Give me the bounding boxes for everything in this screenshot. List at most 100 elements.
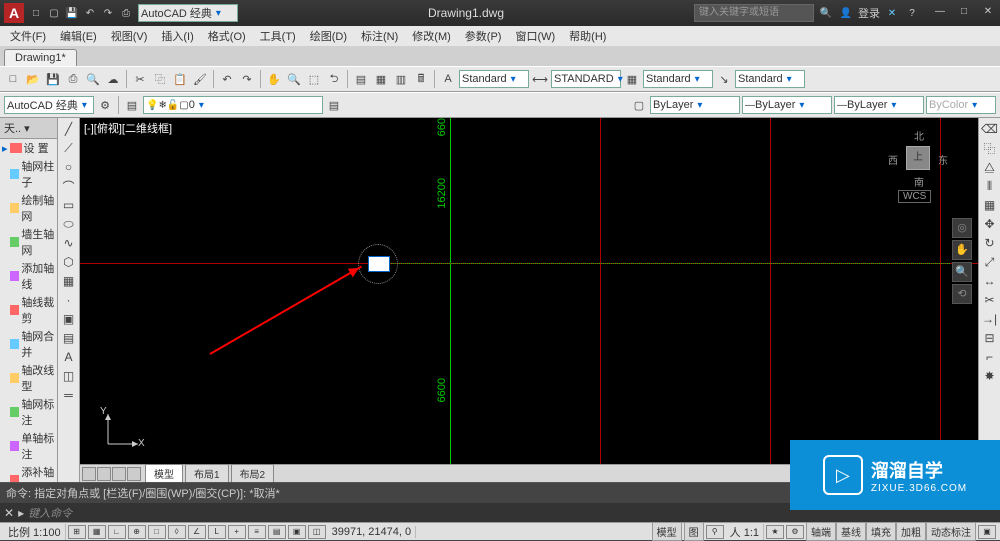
status-mode-button[interactable]: 轴端 [806,522,836,541]
panel-item[interactable]: 添补轴号 [0,463,57,482]
panel-item[interactable]: 单轴标注 [0,429,57,463]
layer-states-icon[interactable]: ▤ [325,96,343,114]
new-file-icon[interactable]: □ [4,70,22,88]
explode-icon[interactable]: ✸ [981,367,999,385]
open-icon[interactable]: ▢ [46,5,62,21]
annoscale-toggle[interactable]: ⚲ [706,525,724,539]
copy-icon[interactable]: ⿻ [151,70,169,88]
fillet-icon[interactable]: ⌐ [981,348,999,366]
plotstyle-combo[interactable]: ByColor [926,96,996,114]
osnap-toggle[interactable]: □ [148,525,166,539]
command-input[interactable]: 键入命令 [28,505,72,521]
line-icon[interactable]: ╱ [60,120,78,138]
exchange-icon[interactable]: ✕ [884,5,900,21]
panel-item[interactable]: 轴网标注 [0,395,57,429]
viewcube-west[interactable]: 西 [888,152,898,167]
polar-toggle[interactable]: ⊕ [128,525,146,539]
linetype-combo[interactable]: — ByLayer [742,96,832,114]
menu-item[interactable]: 修改(M) [406,26,457,46]
copy2-icon[interactable]: ⿻ [981,139,999,157]
nav-pan-icon[interactable]: ✋ [952,240,972,260]
extend-icon[interactable]: →| [981,310,999,328]
mirror-icon[interactable]: ⧋ [981,158,999,176]
doc-tab-active[interactable]: Drawing1* [4,49,77,66]
panel-item[interactable]: 墙生轴网 [0,225,57,259]
annotation-scale[interactable]: 人 1:1 [726,524,764,540]
maximize-button[interactable]: □ [956,6,972,20]
hatch-icon[interactable]: ▦ [60,272,78,290]
arc-icon[interactable]: ⌒ [60,177,78,195]
spline-icon[interactable]: ∿ [60,234,78,252]
status-mode-button[interactable]: 基线 [836,522,866,541]
ellipse-icon[interactable]: ⬭ [60,215,78,233]
rect-icon[interactable]: ▭ [60,196,78,214]
open-file-icon[interactable]: 📂 [24,70,42,88]
status-mode-button[interactable]: 加粗 [896,522,926,541]
model-tab[interactable]: 模型 [145,464,183,482]
textstyle-icon[interactable]: A [439,70,457,88]
move-icon[interactable]: ✥ [981,215,999,233]
paste-icon[interactable]: 📋 [171,70,189,88]
panel-item[interactable]: 轴网柱子 [0,157,57,191]
panel-item[interactable]: 轴网合并 [0,327,57,361]
zoom-icon[interactable]: 🔍 [285,70,303,88]
publish-icon[interactable]: ☁ [104,70,122,88]
layer-combo[interactable]: 💡❄🔓▢ 0 [143,96,323,114]
workspace-combo[interactable]: AutoCAD 经典 [138,4,238,22]
menu-item[interactable]: 绘图(D) [304,26,353,46]
nav-zoom-icon[interactable]: 🔍 [952,262,972,282]
viewcube-wcs[interactable]: WCS [898,190,931,203]
mleaderstyle-icon[interactable]: ↘ [715,70,733,88]
array-icon[interactable]: ▦ [981,196,999,214]
menu-item[interactable]: 视图(V) [105,26,154,46]
panel-item[interactable]: 添加轴线 [0,259,57,293]
tpy-toggle[interactable]: ▤ [268,525,286,539]
calc-icon[interactable]: 🖩 [412,70,430,88]
ucs-icon[interactable]: X Y [100,412,140,452]
otrack-toggle[interactable]: ∠ [188,525,206,539]
menu-item[interactable]: 参数(P) [459,26,508,46]
layer-manager-icon[interactable]: ▤ [123,96,141,114]
tool-palette-icon[interactable]: ▥ [392,70,410,88]
lineweight-combo[interactable]: — ByLayer [834,96,924,114]
search-input[interactable]: 键入关键字或短语 [694,4,814,22]
ws-toggle[interactable]: ⚙ [786,525,804,539]
menu-item[interactable]: 帮助(H) [563,26,612,46]
print-icon[interactable]: ⎙ [118,5,134,21]
user-icon[interactable]: 👤 [838,5,854,21]
minimize-button[interactable]: — [932,6,948,20]
rotate-icon[interactable]: ↻ [981,234,999,252]
pline-icon[interactable]: ⟋ [60,139,78,157]
viewcube-east[interactable]: 东 [938,152,948,167]
point-icon[interactable]: · [60,291,78,309]
properties-icon[interactable]: ▤ [352,70,370,88]
panel-item[interactable]: 绘制轴网 [0,191,57,225]
panel-item[interactable]: 轴线裁剪 [0,293,57,327]
panel-title[interactable]: 天.. ▾ [0,118,57,139]
login-label[interactable]: 登录 [858,5,880,21]
snap-toggle[interactable]: ⊞ [68,525,86,539]
redo-icon[interactable]: ↷ [238,70,256,88]
panel-item[interactable]: ▸ 设 置 [0,139,57,157]
table-icon[interactable]: ▤ [60,329,78,347]
dynamic-input-box[interactable] [368,256,390,272]
polygon-icon[interactable]: ⬡ [60,253,78,271]
model-space-button[interactable]: 模型 [652,522,682,541]
save-file-icon[interactable]: 💾 [44,70,62,88]
redo-icon[interactable]: ↷ [100,5,116,21]
layout2-tab[interactable]: 布局2 [231,464,275,482]
zoom-prev-icon[interactable]: ⮌ [325,70,343,88]
panel-item[interactable]: 轴改线型 [0,361,57,395]
sc-toggle[interactable]: ◫ [308,525,326,539]
menu-item[interactable]: 编辑(E) [54,26,103,46]
qp-toggle[interactable]: ▣ [288,525,306,539]
viewcube-south[interactable]: 南 [914,174,924,189]
erase-icon[interactable]: ⌫ [981,120,999,138]
tablestyle-icon[interactable]: ▦ [623,70,641,88]
table-style-combo[interactable]: Standard [643,70,713,88]
scale-icon[interactable]: ⤢ [981,253,999,271]
dyn-toggle[interactable]: + [228,525,246,539]
menu-item[interactable]: 工具(T) [254,26,302,46]
color-icon[interactable]: ▢ [630,96,648,114]
status-mode-button[interactable]: 动态标注 [926,522,976,541]
